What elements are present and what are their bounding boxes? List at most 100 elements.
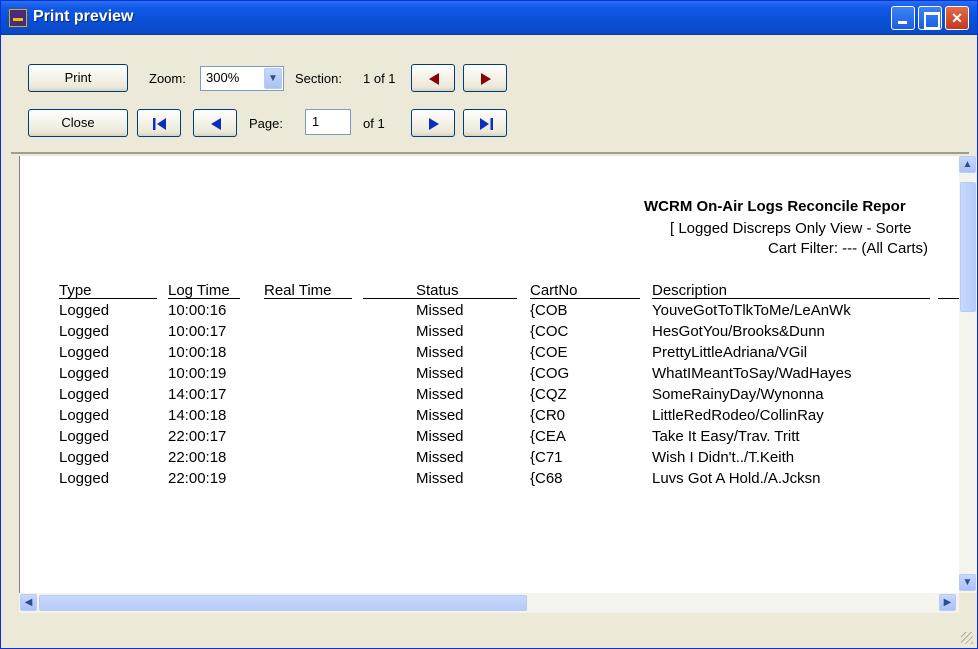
cell-description: HesGotYou/Brooks&Dunn: [652, 323, 825, 340]
cell-type: Logged: [59, 449, 110, 466]
triangle-left-icon: [211, 118, 221, 130]
header-rule: [652, 298, 930, 299]
status-bar: [1, 613, 977, 648]
cell-log-time: 22:00:18: [168, 449, 227, 466]
close-button[interactable]: Close: [28, 109, 128, 137]
next-section-button[interactable]: [463, 64, 507, 92]
cell-description: PrettyLittleAdriana/VGil: [652, 344, 808, 361]
cell-cartno: {COG: [530, 365, 570, 382]
triangle-right-icon: [481, 73, 491, 85]
header-rule: [938, 298, 959, 299]
scroll-down-icon[interactable]: ▼: [959, 574, 976, 591]
page-count: of 1: [363, 116, 385, 131]
cell-log-time: 14:00:18: [168, 407, 227, 424]
cell-status: Missed: [416, 323, 464, 340]
cell-type: Logged: [59, 302, 110, 319]
section-value: 1 of 1: [363, 71, 396, 86]
cell-cartno: {CR0: [530, 407, 566, 424]
zoom-value: 300%: [206, 70, 240, 85]
cell-status: Missed: [416, 302, 464, 319]
report-filter: Cart Filter: --- (All Carts): [768, 240, 928, 257]
cell-type: Logged: [59, 470, 110, 487]
cell-type: Logged: [59, 407, 110, 424]
cell-log-time: 14:00:17: [168, 386, 227, 403]
cell-log-time: 10:00:17: [168, 323, 227, 340]
cell-type: Logged: [59, 344, 110, 361]
cell-type: Logged: [59, 428, 110, 445]
cell-log-time: 22:00:17: [168, 428, 227, 445]
previous-page-button[interactable]: [193, 109, 237, 137]
cell-log-time: 10:00:16: [168, 302, 227, 319]
print-preview-window: Print preview ✕ Print Close Zoom: 300% ▼…: [0, 0, 978, 649]
cell-description: LittleRedRodeo/CollinRay: [652, 407, 824, 424]
title-bar[interactable]: Print preview ✕: [1, 1, 977, 35]
header-rule: [168, 298, 240, 299]
triangle-left-icon: [429, 73, 439, 85]
resize-grip-icon[interactable]: [961, 632, 973, 644]
minimize-button[interactable]: [891, 6, 915, 30]
page-input[interactable]: 1: [305, 109, 351, 135]
cell-type: Logged: [59, 386, 110, 403]
column-header-cartno: CartNo: [530, 282, 578, 299]
horizontal-scrollbar[interactable]: ◀ ▶: [19, 593, 959, 613]
cell-status: Missed: [416, 470, 464, 487]
cell-cartno: {COB: [530, 302, 568, 319]
vertical-scroll-thumb[interactable]: [960, 182, 976, 312]
cell-description: WhatIMeantToSay/WadHayes: [652, 365, 852, 382]
app-icon: [9, 9, 27, 27]
close-window-button[interactable]: ✕: [945, 6, 969, 30]
scroll-left-icon[interactable]: ◀: [20, 594, 37, 611]
previous-section-button[interactable]: [411, 64, 455, 92]
cell-cartno: {COE: [530, 344, 568, 361]
column-header-log-time: Log Time: [168, 282, 230, 299]
report-title: WCRM On-Air Logs Reconcile Repor: [644, 198, 906, 215]
header-rule: [59, 298, 157, 299]
column-header-description: Description: [652, 282, 728, 299]
report-subtitle: [ Logged Discreps Only View - Sorte: [670, 220, 912, 237]
last-page-icon: [480, 118, 493, 130]
cell-status: Missed: [416, 428, 464, 445]
zoom-select[interactable]: 300% ▼: [200, 66, 284, 91]
chevron-down-icon[interactable]: ▼: [264, 68, 282, 89]
column-header-real-time: Real Time: [264, 282, 332, 299]
cell-description: Take It Easy/Trav. Tritt: [652, 428, 800, 445]
cell-log-time: 22:00:19: [168, 470, 227, 487]
triangle-right-icon: [429, 118, 439, 130]
cell-status: Missed: [416, 365, 464, 382]
maximize-button[interactable]: [918, 6, 942, 30]
scroll-right-icon[interactable]: ▶: [939, 594, 956, 611]
cell-cartno: {C71: [530, 449, 563, 466]
cell-status: Missed: [416, 449, 464, 466]
section-label: Section:: [295, 71, 342, 86]
toolbar-divider: [11, 152, 969, 154]
cell-log-time: 10:00:18: [168, 344, 227, 361]
header-rule: [530, 298, 640, 299]
first-page-icon: [153, 118, 166, 130]
cell-status: Missed: [416, 344, 464, 361]
print-button[interactable]: Print: [28, 64, 128, 92]
column-header-type: Type: [59, 282, 92, 299]
first-page-button[interactable]: [137, 109, 181, 137]
cell-cartno: {CEA: [530, 428, 566, 445]
cell-cartno: {C68: [530, 470, 563, 487]
report-preview[interactable]: WCRM On-Air Logs Reconcile Repor [ Logge…: [19, 156, 959, 593]
last-page-button[interactable]: [463, 109, 507, 137]
header-rule: [363, 298, 517, 299]
cell-description: YouveGotToTlkToMe/LeAnWk: [652, 302, 851, 319]
cell-status: Missed: [416, 386, 464, 403]
scroll-up-icon[interactable]: ▲: [959, 156, 976, 173]
column-header-status: Status: [416, 282, 459, 299]
next-page-button[interactable]: [411, 109, 455, 137]
cell-description: SomeRainyDay/Wynonna: [652, 386, 824, 403]
horizontal-scroll-thumb[interactable]: [39, 595, 527, 611]
cell-cartno: {CQZ: [530, 386, 567, 403]
cell-description: Wish I Didn't../T.Keith: [652, 449, 795, 466]
cell-type: Logged: [59, 365, 110, 382]
cell-status: Missed: [416, 407, 464, 424]
cell-log-time: 10:00:19: [168, 365, 227, 382]
header-rule: [264, 298, 352, 299]
cell-description: Luvs Got A Hold./A.Jcksn: [652, 470, 821, 487]
page-label: Page:: [249, 116, 283, 131]
vertical-scrollbar[interactable]: ▲ ▼: [959, 156, 977, 593]
zoom-label: Zoom:: [149, 71, 186, 86]
